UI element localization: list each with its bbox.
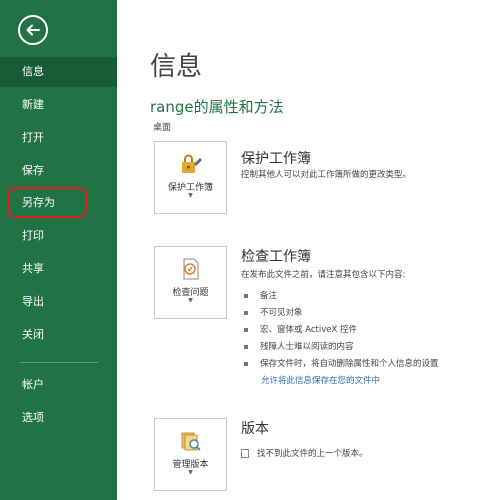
- inspect-description: 在发布此文件之前，请注意其包含以下内容:: [241, 270, 406, 280]
- info-pane: 信息 range的属性和方法 桌面 保护工作簿 ▼ 保护工作簿 控制其他人可以对…: [117, 0, 491, 500]
- page-title: 信息: [150, 52, 203, 82]
- document-title: range的属性和方法: [150, 98, 284, 116]
- nav-account[interactable]: 帐户: [0, 370, 117, 400]
- bullet-icon: [244, 361, 248, 366]
- nav-export[interactable]: 导出: [0, 287, 117, 317]
- versions-title: 版本: [241, 421, 269, 437]
- list-item: 残障人士难以阅读的内容: [244, 340, 354, 352]
- nav-share[interactable]: 共享: [0, 254, 117, 284]
- nav-divider: [20, 362, 98, 363]
- manage-versions-button[interactable]: 管理版本 ▼: [154, 418, 227, 491]
- protect-description: 控制其他人可以对此工作簿所做的更改类型。: [241, 170, 412, 180]
- bullet-icon: [244, 310, 248, 315]
- nav-close[interactable]: 关闭: [0, 320, 117, 350]
- back-arrow-icon[interactable]: [18, 15, 48, 45]
- manage-versions-icon: [181, 432, 201, 451]
- protect-title: 保护工作簿: [241, 151, 311, 167]
- check-for-issues-button[interactable]: 检查问题 ▼: [154, 246, 227, 319]
- chevron-down-icon: ▼: [188, 297, 193, 304]
- save-as-highlight: [7, 187, 87, 218]
- list-item: 保存文件时，将自动删除属性和个人信息的设置: [244, 357, 439, 369]
- protect-workbook-button[interactable]: 保护工作簿 ▼: [154, 141, 227, 214]
- document-icon: [241, 449, 249, 458]
- lock-icon: [182, 154, 202, 173]
- document-location: 桌面: [153, 123, 172, 133]
- nav-options[interactable]: 选项: [0, 403, 117, 433]
- list-item: 备注: [244, 289, 277, 301]
- bullet-icon: [244, 327, 248, 332]
- inspect-title: 检查工作簿: [241, 249, 311, 265]
- bullet-icon: [244, 293, 248, 298]
- inspect-document-icon: [183, 258, 199, 280]
- backstage-sidebar: 信息 新建 打开 保存 另存为 打印 共享 导出 关闭 帐户 选项: [0, 0, 117, 500]
- nav-info[interactable]: 信息: [0, 57, 117, 87]
- nav-new[interactable]: 新建: [0, 90, 117, 120]
- nav-print[interactable]: 打印: [0, 221, 117, 251]
- nav-save[interactable]: 保存: [0, 156, 117, 186]
- allow-save-info-link[interactable]: 允许将此信息保存在您的文件中: [261, 374, 380, 386]
- list-item: 不可见对象: [244, 306, 303, 318]
- bullet-icon: [244, 344, 248, 349]
- nav-open[interactable]: 打开: [0, 123, 117, 153]
- versions-status: 找不到此文件的上一个版本。: [241, 447, 368, 459]
- list-item: 宏、窗体或 ActiveX 控件: [244, 323, 357, 335]
- chevron-down-icon: ▼: [188, 469, 193, 476]
- versions-description: 找不到此文件的上一个版本。: [257, 449, 368, 459]
- chevron-down-icon: ▼: [188, 192, 193, 199]
